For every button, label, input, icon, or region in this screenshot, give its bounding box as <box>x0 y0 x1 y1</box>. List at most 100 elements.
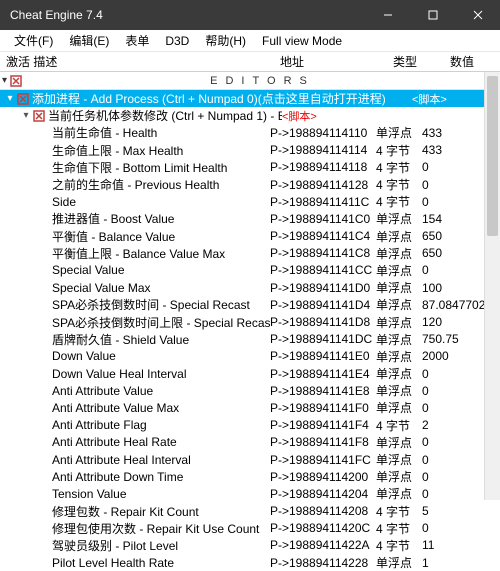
row-value[interactable]: 0 <box>422 367 484 381</box>
vertical-scrollbar[interactable] <box>484 72 500 500</box>
row-address[interactable]: P->1988941141DC <box>270 332 376 346</box>
row-address[interactable]: P->1988941141FC <box>270 453 376 467</box>
table-row[interactable]: 平衡值上限 - Balance Value MaxP->1988941141C8… <box>0 245 500 262</box>
table-row[interactable]: Anti Attribute Down TimeP->198894114200单… <box>0 468 500 485</box>
row-type[interactable]: 单浮点 <box>376 210 422 227</box>
row-type[interactable]: 单浮点 <box>376 365 422 382</box>
row-value[interactable]: 154 <box>422 212 484 226</box>
delete-icon[interactable] <box>32 109 46 123</box>
expand-icon[interactable]: ▾ <box>4 93 16 104</box>
table-row[interactable]: 平衡值 - Balance ValueP->1988941141C4单浮点650 <box>0 228 500 245</box>
row-value[interactable]: 1 <box>422 556 484 570</box>
table-row[interactable]: Special ValueP->1988941141CC单浮点0 <box>0 262 500 279</box>
table-row[interactable]: 生命值上限 - Max HealthP->1988941141144 字节433 <box>0 142 500 159</box>
row-battle-unit-params[interactable]: ▾ 当前任务机体参数修改 (Ctrl + Numpad 1) - Battle … <box>0 107 500 124</box>
row-value[interactable]: 0 <box>422 470 484 484</box>
row-type[interactable]: 4 字节 <box>376 537 422 554</box>
row-type[interactable]: 单浮点 <box>376 279 422 296</box>
row-value[interactable]: 0 <box>422 487 484 501</box>
table-row[interactable]: SPA必杀技倒数时间 - Special RecastP->1988941141… <box>0 296 500 313</box>
row-type[interactable]: 单浮点 <box>376 382 422 399</box>
row-address[interactable]: P->198894114114 <box>270 143 376 157</box>
row-address[interactable]: P->198894114228 <box>270 556 376 570</box>
row-value[interactable]: 0 <box>422 263 484 277</box>
table-row[interactable]: Anti Attribute Heal RateP->1988941141F8单… <box>0 434 500 451</box>
row-type[interactable]: 单浮点 <box>376 245 422 262</box>
row-address[interactable]: P->19889411411C <box>270 195 376 209</box>
table-row[interactable]: 修理包数 - Repair Kit CountP->1988941142084 … <box>0 503 500 520</box>
row-type[interactable]: 4 字节 <box>376 417 422 434</box>
row-type[interactable]: 单浮点 <box>376 296 422 313</box>
row-type[interactable]: 单浮点 <box>376 262 422 279</box>
row-type[interactable]: 单浮点 <box>376 124 422 141</box>
row-value[interactable]: 11 <box>422 538 484 552</box>
row-address[interactable]: P->19889411422A <box>270 538 376 552</box>
table-row[interactable]: 驾驶员级别 - Pilot LevelP->19889411422A4 字节11 <box>0 537 500 554</box>
scrollbar-thumb[interactable] <box>487 76 498 236</box>
menu-edit[interactable]: 编辑(E) <box>61 30 117 51</box>
row-address[interactable]: P->1988941141CC <box>270 263 376 277</box>
row-value[interactable]: 87.0847702 <box>422 298 484 312</box>
menu-file[interactable]: 文件(F) <box>6 30 61 51</box>
col-address[interactable]: 地址 <box>280 53 380 70</box>
row-address[interactable]: P->1988941141F4 <box>270 418 376 432</box>
row-address[interactable]: P->1988941141D0 <box>270 281 376 295</box>
row-value[interactable]: 2 <box>422 418 484 432</box>
expand-icon[interactable]: ▾ <box>20 110 32 121</box>
row-address[interactable]: P->1988941141D8 <box>270 315 376 329</box>
row-address[interactable]: P->198894114208 <box>270 504 376 518</box>
row-value[interactable]: 650 <box>422 229 484 243</box>
minimize-button[interactable] <box>365 0 410 30</box>
menu-help[interactable]: 帮助(H) <box>197 30 254 51</box>
row-type[interactable]: 4 字节 <box>376 142 422 159</box>
table-row[interactable]: 之前的生命值 - Previous HealthP->1988941141284… <box>0 176 500 193</box>
collapse-icon[interactable]: ▾ <box>0 75 9 86</box>
row-address[interactable]: P->1988941141F8 <box>270 435 376 449</box>
row-address[interactable]: P->198894114204 <box>270 487 376 501</box>
menu-d3d[interactable]: D3D <box>157 32 197 50</box>
row-address[interactable]: P->198894114200 <box>270 470 376 484</box>
table-row[interactable]: Special Value MaxP->1988941141D0单浮点100 <box>0 279 500 296</box>
menu-fullview[interactable]: Full view Mode <box>254 32 350 50</box>
row-address[interactable]: P->1988941141E8 <box>270 384 376 398</box>
table-row[interactable]: Anti Attribute ValueP->1988941141E8单浮点0 <box>0 382 500 399</box>
row-value[interactable]: 0 <box>422 384 484 398</box>
table-row[interactable]: Anti Attribute Value MaxP->1988941141F0单… <box>0 399 500 416</box>
row-value[interactable]: 100 <box>422 281 484 295</box>
row-value[interactable]: 0 <box>422 178 484 192</box>
row-address[interactable]: P->1988941141C0 <box>270 212 376 226</box>
row-address[interactable]: P->198894114128 <box>270 178 376 192</box>
row-type[interactable]: 单浮点 <box>376 468 422 485</box>
table-row[interactable]: 推进器值 - Boost ValueP->1988941141C0单浮点154 <box>0 210 500 227</box>
col-value[interactable]: 数值 <box>430 53 494 70</box>
row-address[interactable]: P->198894114118 <box>270 160 376 174</box>
delete-icon[interactable] <box>16 92 30 106</box>
row-address[interactable]: P->1988941141C4 <box>270 229 376 243</box>
row-value[interactable]: 0 <box>422 521 484 535</box>
row-type[interactable]: 单浮点 <box>376 228 422 245</box>
row-value[interactable]: 0 <box>422 160 484 174</box>
close-button[interactable] <box>455 0 500 30</box>
table-row[interactable]: 盾牌耐久值 - Shield ValueP->1988941141DC单浮点75… <box>0 331 500 348</box>
row-type[interactable]: 单浮点 <box>376 348 422 365</box>
table-row[interactable]: Anti Attribute FlagP->1988941141F44 字节2 <box>0 417 500 434</box>
row-value[interactable]: 5 <box>422 504 484 518</box>
row-value[interactable]: 120 <box>422 315 484 329</box>
row-address[interactable]: P->1988941141C8 <box>270 246 376 260</box>
row-value[interactable]: 650 <box>422 246 484 260</box>
row-address[interactable]: P->1988941141E0 <box>270 349 376 363</box>
col-type[interactable]: 类型 <box>380 53 430 70</box>
table-row[interactable]: 修理包使用次数 - Repair Kit Use CountP->1988941… <box>0 520 500 537</box>
row-address[interactable]: P->198894114110 <box>270 126 376 140</box>
row-type[interactable]: 4 字节 <box>376 176 422 193</box>
row-address[interactable]: P->19889411420C <box>270 521 376 535</box>
row-value[interactable]: 433 <box>422 143 484 157</box>
table-row[interactable]: Pilot Level Health RateP->198894114228单浮… <box>0 554 500 571</box>
row-address[interactable]: P->1988941141F0 <box>270 401 376 415</box>
row-type[interactable]: 4 字节 <box>376 159 422 176</box>
row-type[interactable]: 4 字节 <box>376 503 422 520</box>
row-value[interactable]: 0 <box>422 453 484 467</box>
table-row[interactable]: SPA必杀技倒数时间上限 - Special RecastP->19889411… <box>0 313 500 330</box>
col-activate-desc[interactable]: 激活 描述 <box>0 53 280 70</box>
row-value[interactable]: 0 <box>422 435 484 449</box>
